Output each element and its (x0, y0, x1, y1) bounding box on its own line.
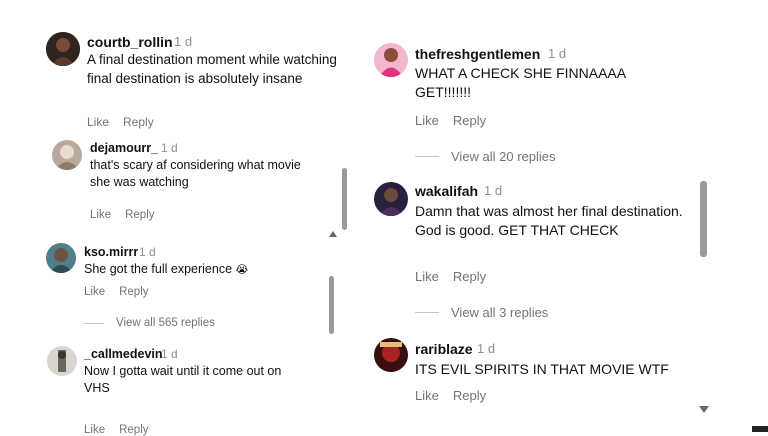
username[interactable]: wakalifah (415, 183, 478, 199)
view-replies-link[interactable]: View all 3 replies (415, 305, 548, 320)
reply-button[interactable]: Reply (125, 209, 154, 221)
username[interactable]: _callmedevin (84, 347, 163, 361)
comment-text: A final destination moment while watchin… (87, 52, 337, 86)
view-replies-label: View all 3 replies (451, 305, 549, 320)
comment-time: 1 d (477, 341, 496, 356)
comment-text: Now I gotta wait until it come out on VH… (84, 364, 282, 396)
left-comments-panel: courtb_rollin 1 d A final destination mo… (30, 20, 350, 436)
like-button[interactable]: Like (415, 388, 439, 403)
comment-actions: Like Reply (84, 286, 163, 298)
comment-time: 1 d (161, 141, 178, 155)
left-bottom-scrollbar-thumb[interactable] (329, 276, 334, 334)
reply-button[interactable]: Reply (453, 113, 486, 128)
comment-callmedevin: _callmedevin 1 d Now I gotta wait until … (30, 342, 330, 436)
avatar[interactable] (47, 346, 77, 376)
avatar[interactable] (374, 43, 408, 77)
chevron-up-icon[interactable] (329, 231, 337, 237)
comment-text: Damn that was almost her final destinati… (415, 203, 683, 239)
comment-thefreshgentlemen: thefreshgentlemen 1 d WHAT A CHECK SHE F… (360, 28, 700, 168)
reply-button[interactable]: Reply (123, 115, 154, 129)
username[interactable]: dejamourr_ (90, 141, 158, 155)
reply-button[interactable]: Reply (119, 286, 148, 298)
comment-actions: Like Reply (415, 388, 500, 403)
comment-time: 1 d (161, 347, 178, 361)
username[interactable]: kso.mirrr (84, 245, 138, 259)
view-replies-link[interactable]: View all 20 replies (415, 149, 556, 164)
username[interactable]: courtb_rollin (87, 34, 173, 50)
view-replies-link[interactable]: View all 565 replies (84, 317, 215, 329)
comment-actions: Like Reply (415, 113, 500, 128)
like-button[interactable]: Like (84, 286, 105, 298)
comment-time: 1 d (139, 245, 156, 259)
like-button[interactable]: Like (87, 115, 109, 129)
comment-text: that's scary af considering what movie s… (90, 158, 301, 190)
divider (415, 312, 439, 313)
comment-rariblaze: rariblaze 1 d ITS EVIL SPIRITS IN THAT M… (360, 333, 700, 423)
reply-button[interactable]: Reply (453, 388, 486, 403)
avatar[interactable] (374, 182, 408, 216)
comment-text: WHAT A CHECK SHE FINNAAAA GET!!!!!!! (415, 65, 626, 101)
left-top-scrollbar-thumb[interactable] (342, 168, 347, 230)
like-button[interactable]: Like (84, 424, 105, 436)
view-replies-label: View all 20 replies (451, 149, 556, 164)
right-scrollbar-thumb[interactable] (700, 181, 707, 257)
comment-text: She got the full experience 😭 (84, 261, 324, 278)
avatar[interactable] (52, 140, 82, 170)
comment-actions: Like Reply (87, 115, 168, 129)
comment-actions: Like Reply (84, 424, 163, 436)
comment-dejamourr: dejamourr_ 1 d that's scary af consideri… (30, 130, 330, 221)
comment-courtb-rollin: courtb_rollin 1 d A final destination mo… (30, 20, 350, 130)
comment-text-body: She got the full experience (84, 262, 233, 276)
avatar[interactable] (46, 32, 80, 66)
comment-time: 1 d (484, 183, 503, 198)
like-button[interactable]: Like (415, 113, 439, 128)
username[interactable]: rariblaze (415, 341, 473, 357)
comment-time: 1 d (548, 46, 567, 61)
chevron-down-icon[interactable] (699, 406, 709, 413)
divider (84, 322, 104, 324)
like-button[interactable]: Like (90, 209, 111, 221)
like-button[interactable]: Like (415, 269, 439, 284)
avatar[interactable] (374, 338, 408, 372)
right-comments-panel: thefreshgentlemen 1 d WHAT A CHECK SHE F… (360, 28, 712, 428)
view-replies-label: View all 565 replies (116, 317, 215, 329)
corner-block (752, 426, 768, 432)
crying-emoji-icon: 😭 (235, 264, 249, 276)
comment-kso-mirrr: kso.mirrr 1 d She got the full experienc… (30, 240, 330, 340)
username[interactable]: thefreshgentlemen (415, 46, 540, 62)
comment-wakalifah: wakalifah 1 d Damn that was almost her f… (360, 173, 700, 328)
reply-button[interactable]: Reply (453, 269, 486, 284)
comment-actions: Like Reply (90, 209, 169, 221)
avatar[interactable] (46, 243, 76, 273)
comment-time: 1 d (174, 34, 193, 49)
comment-actions: Like Reply (415, 269, 500, 284)
comment-text: ITS EVIL SPIRITS IN THAT MOVIE WTF (415, 361, 669, 377)
reply-button[interactable]: Reply (119, 424, 148, 436)
divider (415, 156, 439, 157)
